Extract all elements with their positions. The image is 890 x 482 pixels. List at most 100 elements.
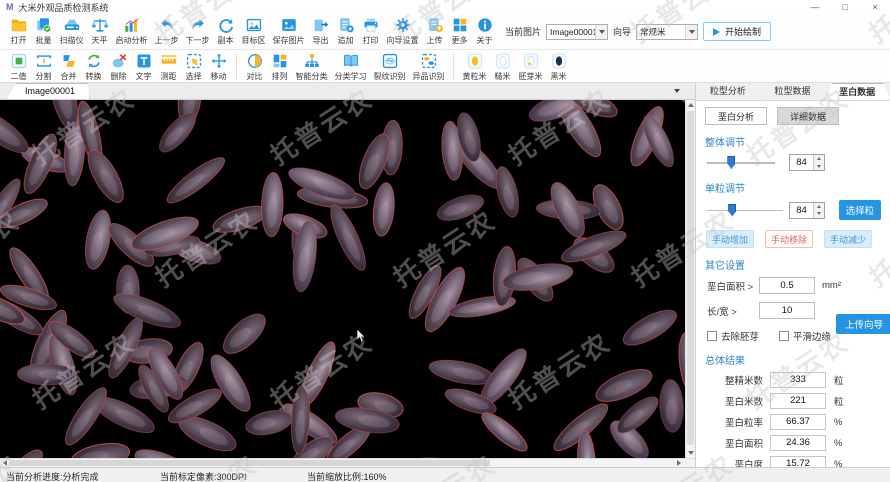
horizontal-scrollbar[interactable]	[0, 458, 695, 467]
start-analysis-button[interactable]: 启动分析	[112, 16, 151, 46]
toolbar-label: 胚芽米	[519, 71, 543, 82]
toolbar-label: 对比	[247, 71, 263, 82]
status-bar: 当前分析进度:分析完成 当前标定像素:300DPI 当前缩放比例:160%	[0, 467, 890, 482]
manual-add-button[interactable]: 手动增加	[706, 230, 754, 248]
measure-button[interactable]: 测距	[156, 52, 181, 82]
chalky-area-threshold-input[interactable]: 0.5	[759, 277, 815, 294]
remove-germ-checkbox[interactable]: 去除胚芽	[707, 329, 759, 343]
current-image-select[interactable]: Image00001	[546, 24, 608, 40]
classify-learning-button[interactable]: 分类学习	[331, 52, 370, 82]
toolbar-label: 上一步	[155, 35, 179, 46]
black-grain-icon	[550, 52, 568, 70]
result-value: 15.72	[770, 456, 826, 467]
overall-adjust-value[interactable]: 84	[790, 155, 813, 170]
spin-up-icon[interactable]	[814, 155, 824, 163]
upload-button[interactable]: 上传	[422, 16, 447, 46]
start-draw-button[interactable]: 开始绘制	[703, 22, 771, 41]
manual-remove-button[interactable]: 手动移除	[765, 230, 813, 248]
move-tool-button[interactable]: 移动	[206, 52, 231, 82]
select-grain-button[interactable]: 选择粒	[839, 200, 881, 220]
minimize-button[interactable]: —	[800, 0, 830, 14]
wizard-select[interactable]: 常规米	[636, 24, 698, 40]
text-tool-button[interactable]: 文字	[131, 52, 156, 82]
scroll-down-arrow-icon[interactable]	[686, 448, 696, 458]
scroll-right-arrow-icon[interactable]	[674, 459, 683, 467]
image-tab[interactable]: Image00001	[6, 83, 90, 99]
brown-rice-button[interactable]: 糙米	[490, 52, 515, 82]
contrast-button[interactable]: 对比	[242, 52, 267, 82]
toolbar-label: 智能分类	[296, 71, 328, 82]
more-button[interactable]: 更多	[447, 16, 472, 46]
spin-down-icon[interactable]	[814, 210, 824, 218]
toolbar-label: 转换	[86, 71, 102, 82]
convert-button[interactable]: 转换	[81, 52, 106, 82]
tab-grain-shape-analysis[interactable]: 粒型分析	[696, 83, 761, 100]
single-grain-adjust-value[interactable]: 84	[790, 203, 813, 218]
manual-decrease-button[interactable]: 手动减少	[824, 230, 872, 248]
spinner-arrows[interactable]	[813, 203, 824, 218]
checkbox-icon[interactable]	[779, 331, 789, 341]
wizard-settings-button[interactable]: 向导设置	[383, 16, 422, 46]
germ-rice-button[interactable]: 胚芽米	[515, 52, 546, 82]
upload-wizard-button[interactable]: 上传向导	[836, 314, 890, 334]
scroll-left-arrow-icon[interactable]	[0, 459, 9, 467]
tab-list-dropdown[interactable]	[670, 85, 683, 97]
single-grain-adjust-spinner[interactable]: 84	[789, 202, 825, 219]
scroll-up-arrow-icon[interactable]	[686, 100, 696, 110]
binary-button[interactable]: 二值	[6, 52, 31, 82]
result-value: 24.36	[770, 435, 826, 451]
ruler-icon	[160, 52, 178, 70]
foreign-object-icon	[420, 52, 438, 70]
duplicate-button[interactable]: 副本	[213, 16, 238, 46]
rice-grains-image	[0, 100, 685, 458]
overall-adjust-spinner[interactable]: 84	[789, 154, 825, 171]
append-button[interactable]: 追加	[333, 16, 358, 46]
crack-recognition-button[interactable]: 裂纹识别	[370, 52, 409, 82]
split-icon	[35, 52, 53, 70]
split-button[interactable]: 分割	[31, 52, 56, 82]
next-step-button[interactable]: 下一步	[182, 16, 213, 46]
open-button[interactable]: 打开	[6, 16, 31, 46]
single-grain-adjust-slider[interactable]	[707, 204, 783, 217]
previous-step-button[interactable]: 上一步	[151, 16, 182, 46]
arrange-button[interactable]: 排列	[267, 52, 292, 82]
smooth-edge-checkbox[interactable]: 平滑边缘	[779, 329, 831, 343]
tab-chalkiness-data[interactable]: 垩白数据	[825, 83, 890, 100]
play-icon	[713, 28, 720, 36]
save-image-button[interactable]: 保存图片	[269, 16, 308, 46]
export-button[interactable]: 导出	[308, 16, 333, 46]
about-button[interactable]: 关于	[472, 16, 497, 46]
spinner-arrows[interactable]	[813, 155, 824, 170]
toolbar-label: 异品识别	[413, 71, 445, 82]
contrast-icon	[246, 52, 264, 70]
vertical-scroll-thumb[interactable]	[687, 111, 694, 445]
smart-classify-button[interactable]: 智能分类	[292, 52, 331, 82]
maximize-button[interactable]: □	[830, 0, 860, 14]
analysis-canvas[interactable]	[0, 100, 685, 458]
delete-button[interactable]: 删除	[106, 52, 131, 82]
merge-button[interactable]: 合并	[56, 52, 81, 82]
yellow-rice-button[interactable]: 黄粒米	[459, 52, 490, 82]
length-width-ratio-input[interactable]: 10	[759, 302, 815, 319]
target-area-button[interactable]: 目标区	[238, 16, 269, 46]
scanner-button[interactable]: 扫描仪	[56, 16, 87, 46]
black-rice-button[interactable]: 黑米	[546, 52, 571, 82]
overall-adjust-slider[interactable]	[707, 156, 775, 169]
detailed-data-button[interactable]: 详细数据	[777, 107, 839, 125]
tab-grain-shape-data[interactable]: 粒型数据	[761, 83, 826, 100]
select-tool-button[interactable]: 选择	[181, 52, 206, 82]
info-icon	[476, 16, 494, 34]
close-button[interactable]: ×	[860, 0, 890, 14]
slider-thumb[interactable]	[727, 156, 735, 169]
spin-down-icon[interactable]	[814, 163, 824, 171]
foreign-recognition-button[interactable]: 异品识别	[409, 52, 448, 82]
batch-button[interactable]: 批量	[31, 16, 56, 46]
print-button[interactable]: 打印	[358, 16, 383, 46]
chalkiness-analysis-button[interactable]: 垩白分析	[705, 107, 767, 125]
checkbox-icon[interactable]	[707, 331, 717, 341]
vertical-scrollbar[interactable]	[685, 100, 695, 458]
horizontal-scroll-thumb[interactable]	[10, 460, 490, 466]
spin-up-icon[interactable]	[814, 203, 824, 211]
balance-button[interactable]: 天平	[87, 16, 112, 46]
slider-thumb[interactable]	[728, 204, 736, 217]
